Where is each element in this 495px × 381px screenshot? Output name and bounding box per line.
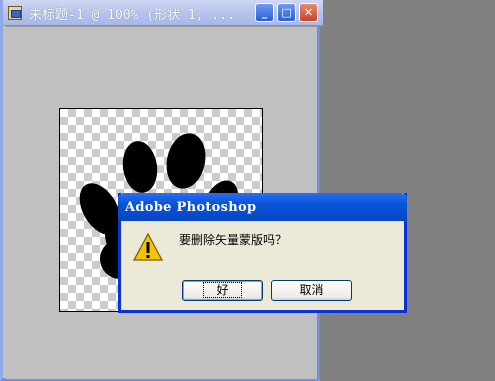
warning-icon: [133, 232, 163, 261]
document-title: 未标题-1 @ 100% (形状 1, ...: [29, 8, 235, 23]
ok-button-label: 好: [203, 282, 242, 298]
dialog-title: Adobe Photoshop: [125, 200, 257, 215]
confirm-dialog: Adobe Photoshop 要删除矢量蒙版吗？ 好 取消: [118, 193, 407, 313]
dialog-title-bar[interactable]: Adobe Photoshop: [118, 193, 407, 221]
cancel-button[interactable]: 取消: [271, 280, 352, 301]
document-title-bar[interactable]: 未标题-1 @ 100% (形状 1, ... _ □ ✕: [3, 0, 323, 26]
ok-button[interactable]: 好: [182, 280, 263, 301]
maximize-button[interactable]: □: [277, 3, 296, 22]
close-button[interactable]: ✕: [299, 3, 318, 22]
photoshop-document-icon[interactable]: [8, 6, 22, 20]
minimize-button[interactable]: _: [255, 3, 274, 22]
dialog-message: 要删除矢量蒙版吗？: [179, 233, 288, 247]
